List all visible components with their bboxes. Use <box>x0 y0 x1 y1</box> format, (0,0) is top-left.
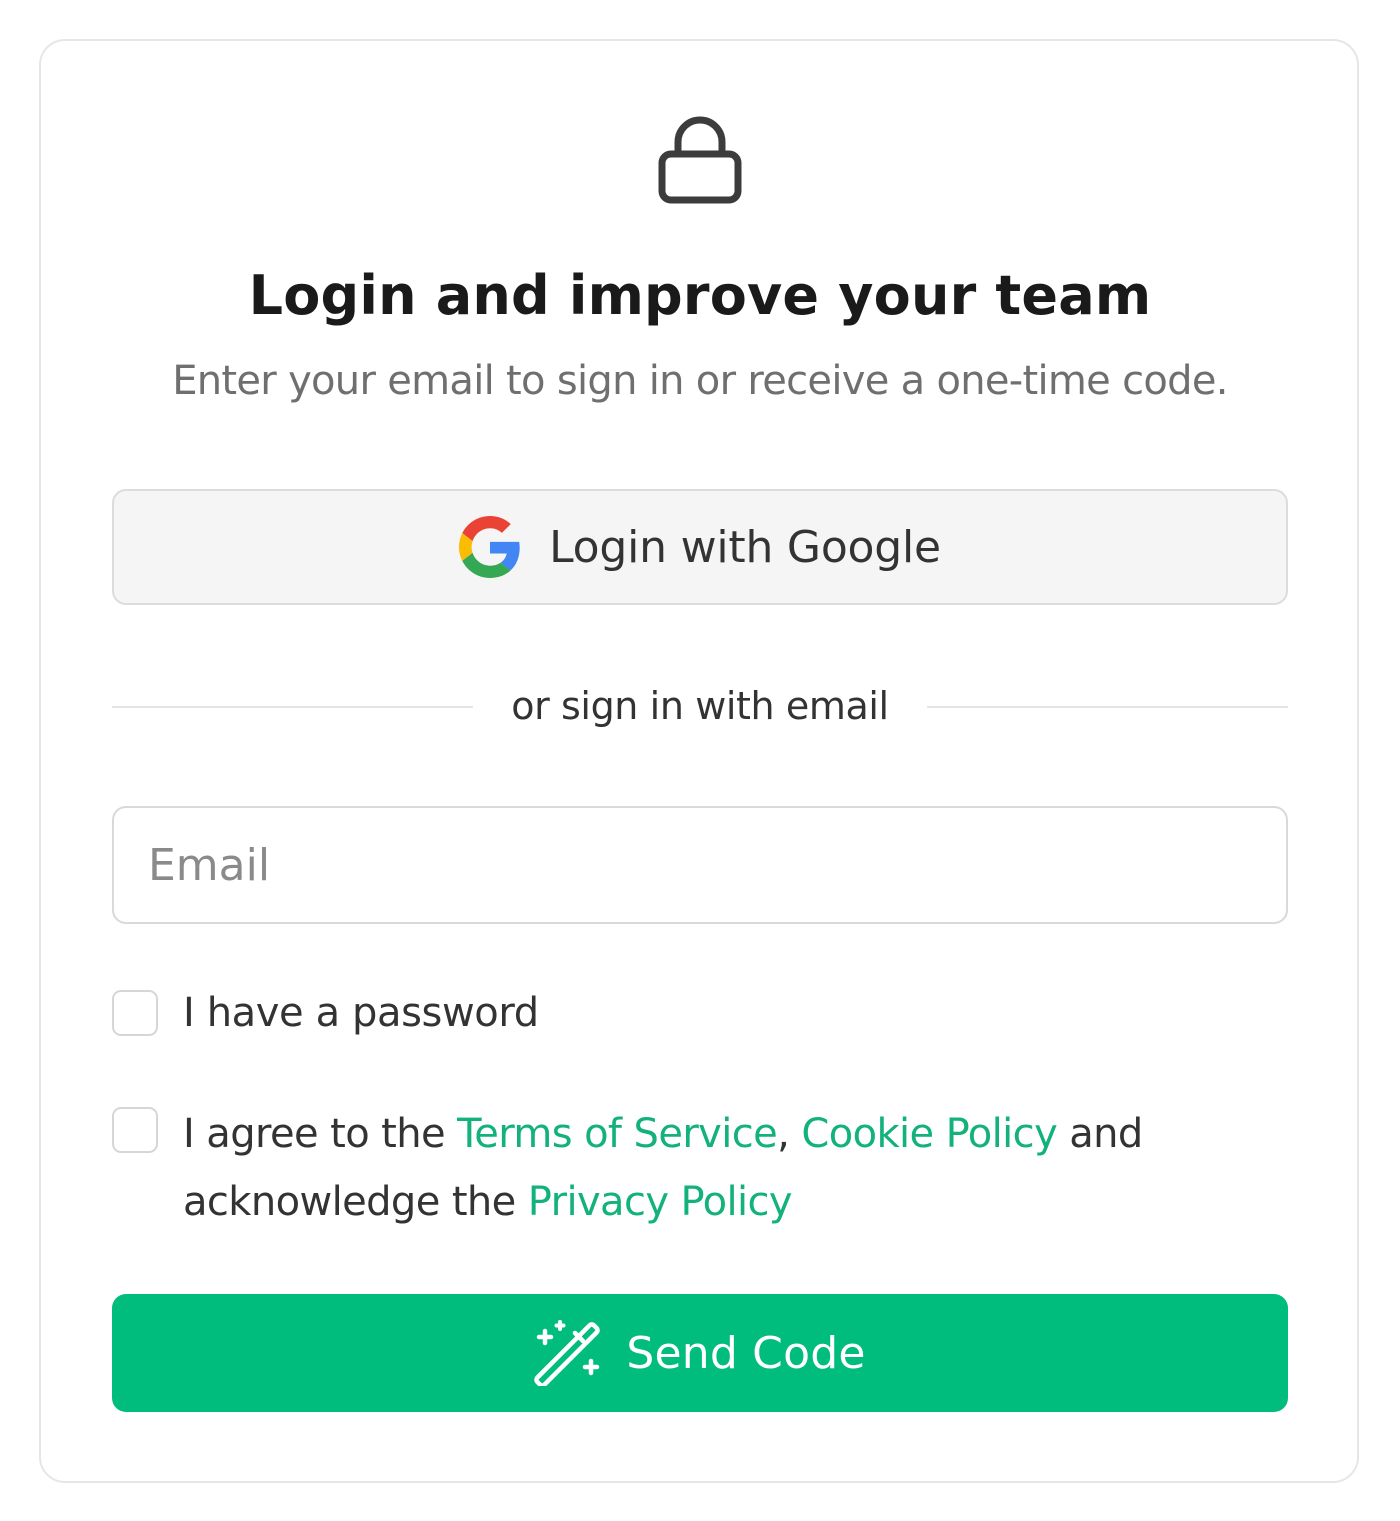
divider-line-right <box>927 706 1288 708</box>
send-code-button[interactable]: Send Code <box>112 1294 1288 1412</box>
login-with-google-button[interactable]: Login with Google <box>112 489 1288 605</box>
terms-checkbox-label: I agree to the Terms of Service, Cookie … <box>183 1100 1243 1236</box>
send-code-label: Send Code <box>626 1327 866 1379</box>
terms-of-service-link[interactable]: Terms of Service <box>457 1111 778 1157</box>
page-title: Login and improve your team <box>248 264 1152 327</box>
google-icon <box>459 516 520 578</box>
password-checkbox-label: I have a password <box>183 990 539 1036</box>
google-button-label: Login with Google <box>549 521 941 573</box>
terms-checkbox[interactable] <box>112 1107 158 1153</box>
page-subtitle: Enter your email to sign in or receive a… <box>172 358 1228 404</box>
password-checkbox[interactable] <box>112 990 158 1036</box>
lock-icon <box>658 116 742 204</box>
terms-text-comma: , <box>777 1111 802 1157</box>
divider-text: or sign in with email <box>511 684 889 728</box>
terms-text-prefix: I agree to the <box>183 1111 458 1157</box>
privacy-policy-link[interactable]: Privacy Policy <box>528 1179 793 1225</box>
magic-wand-icon <box>534 1320 601 1386</box>
login-card <box>39 39 1359 1483</box>
cookie-policy-link[interactable]: Cookie Policy <box>801 1111 1057 1157</box>
divider-line-left <box>112 706 473 708</box>
email-input[interactable] <box>112 806 1288 924</box>
